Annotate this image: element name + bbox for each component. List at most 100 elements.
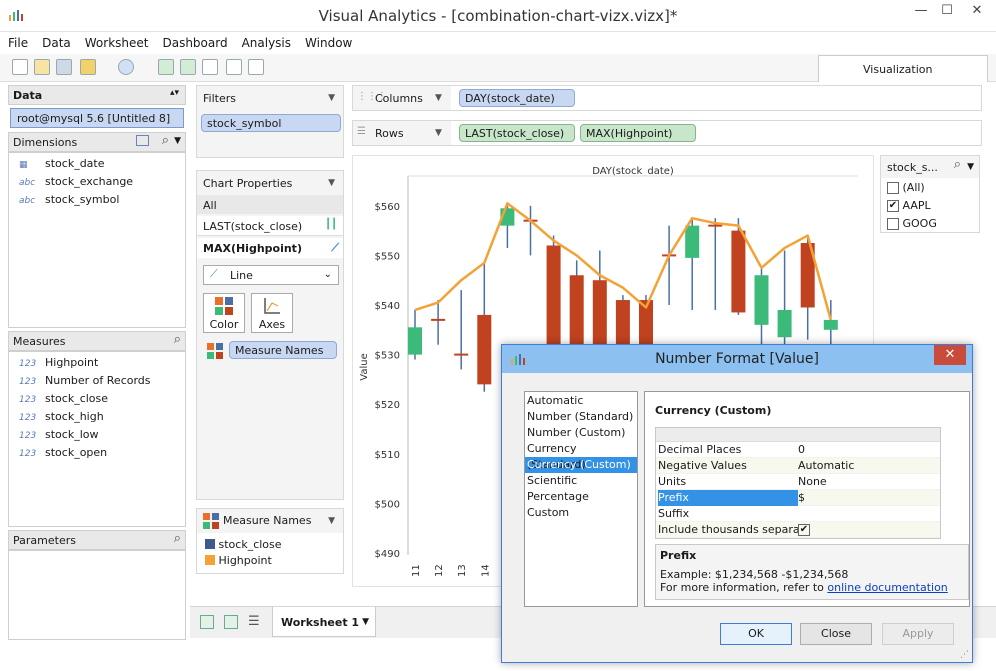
dimension-item[interactable]: ▦ stock_date (9, 155, 185, 173)
new-file-icon[interactable] (12, 59, 28, 75)
candle-body[interactable] (685, 225, 700, 258)
new-dashboard-icon[interactable] (224, 615, 238, 629)
format-type-item[interactable]: Percentage (525, 489, 637, 505)
format-type-item[interactable]: Automatic (525, 393, 637, 409)
columns-menu-icon[interactable]: ▼ (435, 93, 442, 103)
dimension-item[interactable]: abc stock_symbol (9, 191, 185, 209)
format-type-item[interactable]: Number (Standard) (525, 409, 637, 425)
format-type-list[interactable]: Automatic Number (Standard) Number (Custom… (524, 391, 638, 607)
candle-body[interactable] (477, 314, 492, 385)
close-window-icon[interactable]: ✕ (962, 0, 992, 22)
chart-properties-menu-icon[interactable]: ▼ (328, 178, 335, 188)
data-panel-header: Data ▴▾ (8, 85, 186, 105)
online-documentation-link[interactable]: online documentation (827, 581, 947, 594)
format-property-row[interactable]: Decimal Places 0 (656, 442, 940, 458)
property-value[interactable]: 0 (798, 442, 805, 458)
sort-arrows-icon[interactable]: ▴▾ (170, 88, 179, 98)
format-property-row[interactable]: Include thousands separa... ✔ (656, 522, 940, 538)
chart-properties-item-max-highpoint[interactable]: MAX(Highpoint) ⟋ (197, 238, 343, 258)
candle-body[interactable] (408, 327, 422, 355)
menu-analysis[interactable]: Analysis (234, 32, 297, 50)
candle-body[interactable] (731, 230, 746, 313)
format-type-item[interactable]: Currency (Custom) (525, 457, 637, 473)
property-value[interactable]: $ (798, 490, 805, 506)
chart-properties-all[interactable]: All (197, 195, 343, 214)
magic-wand-icon[interactable] (80, 59, 96, 75)
format-type-item[interactable]: Currency (Standard) (525, 441, 637, 471)
symbol-option[interactable]: (All) (887, 181, 937, 199)
filter-pill-stock-symbol[interactable]: stock_symbol (201, 114, 341, 132)
menu-worksheet[interactable]: Worksheet (77, 32, 155, 50)
dropdown-arrow-icon[interactable]: ▼ (967, 162, 974, 172)
refresh-icon[interactable] (118, 59, 134, 75)
measure-item[interactable]: 123 Number of Records (9, 372, 185, 390)
rows-pill-last-close[interactable]: LAST(stock_close) (459, 124, 575, 142)
format-property-row[interactable]: Units None (656, 474, 940, 490)
menu-data[interactable]: Data (34, 32, 77, 50)
measure-item[interactable]: 123 stock_high (9, 408, 185, 426)
close-button[interactable]: Close (800, 623, 872, 645)
color-button[interactable]: Color (203, 293, 245, 333)
menu-file[interactable]: File (0, 32, 34, 50)
dialog-close-icon[interactable]: ✕ (934, 345, 966, 365)
property-value[interactable]: ✔ (798, 524, 810, 536)
dimension-item[interactable]: abc stock_exchange (9, 173, 185, 191)
measure-item[interactable]: 123 stock_close (9, 390, 185, 408)
tab-visualization[interactable]: Visualization (818, 55, 988, 82)
legend-menu-icon[interactable]: ▼ (328, 516, 335, 526)
format-property-row[interactable]: Prefix $ (656, 490, 940, 506)
ok-button[interactable]: OK (720, 623, 792, 645)
chart-properties-item-last-close[interactable]: LAST(stock_close) ┃┃ (197, 216, 343, 236)
candle-body[interactable] (777, 309, 792, 338)
measure-names-pill[interactable]: Measure Names (229, 341, 337, 359)
property-value[interactable]: None (798, 474, 827, 490)
rows-menu-icon[interactable]: ▼ (435, 128, 442, 138)
format-property-row[interactable]: Suffix (656, 506, 940, 522)
numeric-field-icon: 123 (19, 449, 37, 459)
search-icon[interactable]: ⌕ (174, 332, 181, 347)
tab-worksheet-1[interactable]: Worksheet 1 ▼ (272, 607, 376, 637)
symbol-option[interactable]: GOOG (887, 217, 937, 235)
property-value[interactable]: Automatic (798, 458, 854, 474)
connection-selector[interactable]: root@mysql 5.6 [Untitled 8] (10, 108, 184, 128)
add-sheet-icon[interactable] (180, 59, 196, 75)
mark-type-select[interactable]: ⟋ Line ⌄ (203, 265, 339, 285)
table-icon[interactable] (136, 135, 149, 146)
new-worksheet-icon[interactable] (200, 615, 214, 629)
menu-dashboard[interactable]: Dashboard (154, 32, 233, 50)
bar-chart-icon[interactable] (202, 59, 218, 75)
search-icon[interactable]: ⌕ (162, 133, 169, 148)
open-file-icon[interactable] (34, 59, 50, 75)
search-icon[interactable]: ⌕ (174, 531, 181, 546)
symbol-option[interactable]: ✔ AAPL (887, 199, 937, 217)
tab-menu-icon[interactable]: ▼ (362, 617, 369, 627)
filters-menu-icon[interactable]: ▼ (328, 93, 335, 103)
candle-body[interactable] (823, 319, 838, 330)
resize-grip-icon[interactable]: ⋰ (960, 650, 969, 660)
add-chart-icon[interactable] (158, 59, 174, 75)
list-tabs-icon[interactable]: ☰ (248, 614, 260, 629)
dropdown-arrow-icon[interactable]: ▼ (174, 136, 181, 146)
dashboard-icon[interactable] (248, 59, 264, 75)
axes-button[interactable]: Axes (251, 293, 293, 333)
menu-window[interactable]: Window (297, 32, 358, 50)
format-type-item[interactable]: Custom (525, 505, 637, 521)
apply-button[interactable]: Apply (882, 623, 954, 645)
checkbox[interactable] (887, 218, 899, 230)
format-type-item[interactable]: Number (Custom) (525, 425, 637, 441)
measure-item[interactable]: 123 stock_open (9, 444, 185, 462)
checkbox[interactable] (887, 182, 899, 194)
format-properties-grid[interactable]: Decimal Places 0 Negative Values Automatic U… (655, 427, 941, 539)
format-type-item[interactable]: Scientific (525, 473, 637, 489)
maximize-icon[interactable]: ☐ (932, 0, 962, 22)
search-icon[interactable]: ⌕ (954, 157, 961, 172)
measure-item[interactable]: 123 Highpoint (9, 354, 185, 372)
columns-pill-day-stock-date[interactable]: DAY(stock_date) (459, 89, 575, 107)
format-property-row[interactable]: Negative Values Automatic (656, 458, 940, 474)
candle-body[interactable] (754, 275, 769, 325)
cycle-icon[interactable] (226, 59, 242, 75)
save-icon[interactable] (56, 59, 72, 75)
rows-pill-max-highpoint[interactable]: MAX(Highpoint) (580, 124, 696, 142)
measure-item[interactable]: 123 stock_low (9, 426, 185, 444)
checkbox[interactable]: ✔ (887, 200, 899, 212)
